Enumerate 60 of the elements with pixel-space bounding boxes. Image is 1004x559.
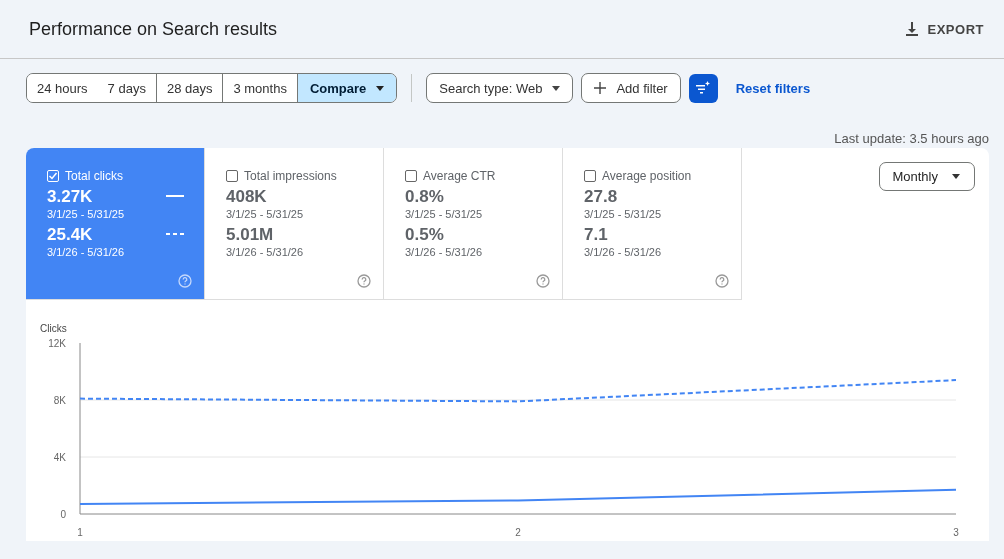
date-range: 3/1/25 - 5/31/25 [226,207,304,221]
checkbox[interactable] [584,170,596,182]
x-tick-label: 3 [953,527,959,538]
x-tick-label: 2 [515,527,521,538]
metric-value: 408K [226,187,268,207]
help-icon[interactable] [715,274,729,288]
y-tick-label: 12K [48,338,66,349]
metric-name: Average position [602,169,692,183]
date-range: 3/1/26 - 5/31/26 [584,245,662,259]
page-title: Performance on Search results [29,18,278,40]
dashed-line-icon [166,232,184,236]
metric-tile[interactable]: Total clicks 3.27K 3/1/25 - 5/31/25 25.4K 3/1/26 - 5/31/26 [26,148,205,300]
metric-name: Total impressions [244,169,337,183]
metric-value: 5.01M [226,225,275,245]
date-range-tab[interactable]: Compare [297,74,397,102]
help-icon[interactable] [357,274,371,288]
date-range-tab[interactable]: 7 days [97,74,157,102]
reset-filters-link[interactable]: Reset filters [735,80,811,96]
caret-icon [552,85,561,91]
metric-tile[interactable]: Average CTR 0.8% 3/1/25 - 5/31/25 0.5% 3/1/26 - 5/31/26 [384,148,563,300]
axis-title: Clicks [40,323,67,334]
export-button[interactable]: EXPORT [897,20,990,38]
last-update-text: Last update: 3.5 hours ago [834,131,989,147]
checkbox[interactable] [405,170,417,182]
date-range: 3/1/25 - 5/31/25 [47,207,125,221]
date-range: 3/1/26 - 5/31/26 [226,245,304,259]
date-range-tab[interactable]: 28 days [156,74,224,102]
y-tick-label: 0 [60,509,66,520]
help-icon[interactable] [536,274,550,288]
download-icon [903,21,920,37]
solid-line-icon [166,194,184,198]
date-range-tab[interactable]: 3 months [223,74,298,102]
metric-value: 0.5% [405,225,445,245]
metric-value: 25.4K [47,225,94,245]
metric-name: Total clicks [65,169,123,183]
metric-tile[interactable]: Total impressions 408K 3/1/25 - 5/31/25 5.01M 3/1/26 - 5/31/26 [205,148,384,300]
plus-icon [594,82,607,94]
date-range-tab[interactable]: 24 hours [27,74,98,102]
caret-icon [376,85,385,91]
date-range: 3/1/25 - 5/31/25 [405,207,483,221]
date-range: 3/1/25 - 5/31/25 [584,207,662,221]
checkbox[interactable] [226,170,238,182]
x-tick-label: 1 [77,527,83,538]
granularity-dropdown[interactable]: Monthly [879,162,975,191]
add-filter-button[interactable]: Add filter [581,73,681,103]
date-range: 3/1/26 - 5/31/26 [47,245,125,259]
metric-value: 27.8 [584,187,619,207]
filter-sparkle-icon [695,81,712,95]
date-range: 3/1/26 - 5/31/26 [405,245,483,259]
metric-value: 3.27K [47,187,94,207]
y-tick-label: 4K [53,452,66,463]
metric-name: Average CTR [423,169,496,183]
metric-value: 7.1 [584,225,609,245]
metric-tile[interactable]: Average position 27.8 3/1/25 - 5/31/25 7.1 3/1/26 - 5/31/26 [563,148,742,300]
y-tick-label: 8K [53,395,66,406]
caret-icon [952,174,960,179]
metric-value: 0.8% [405,187,445,207]
filter-settings-button[interactable] [688,73,718,103]
search-type-dropdown[interactable]: Search type: Web [426,73,574,103]
help-icon[interactable] [178,274,192,288]
